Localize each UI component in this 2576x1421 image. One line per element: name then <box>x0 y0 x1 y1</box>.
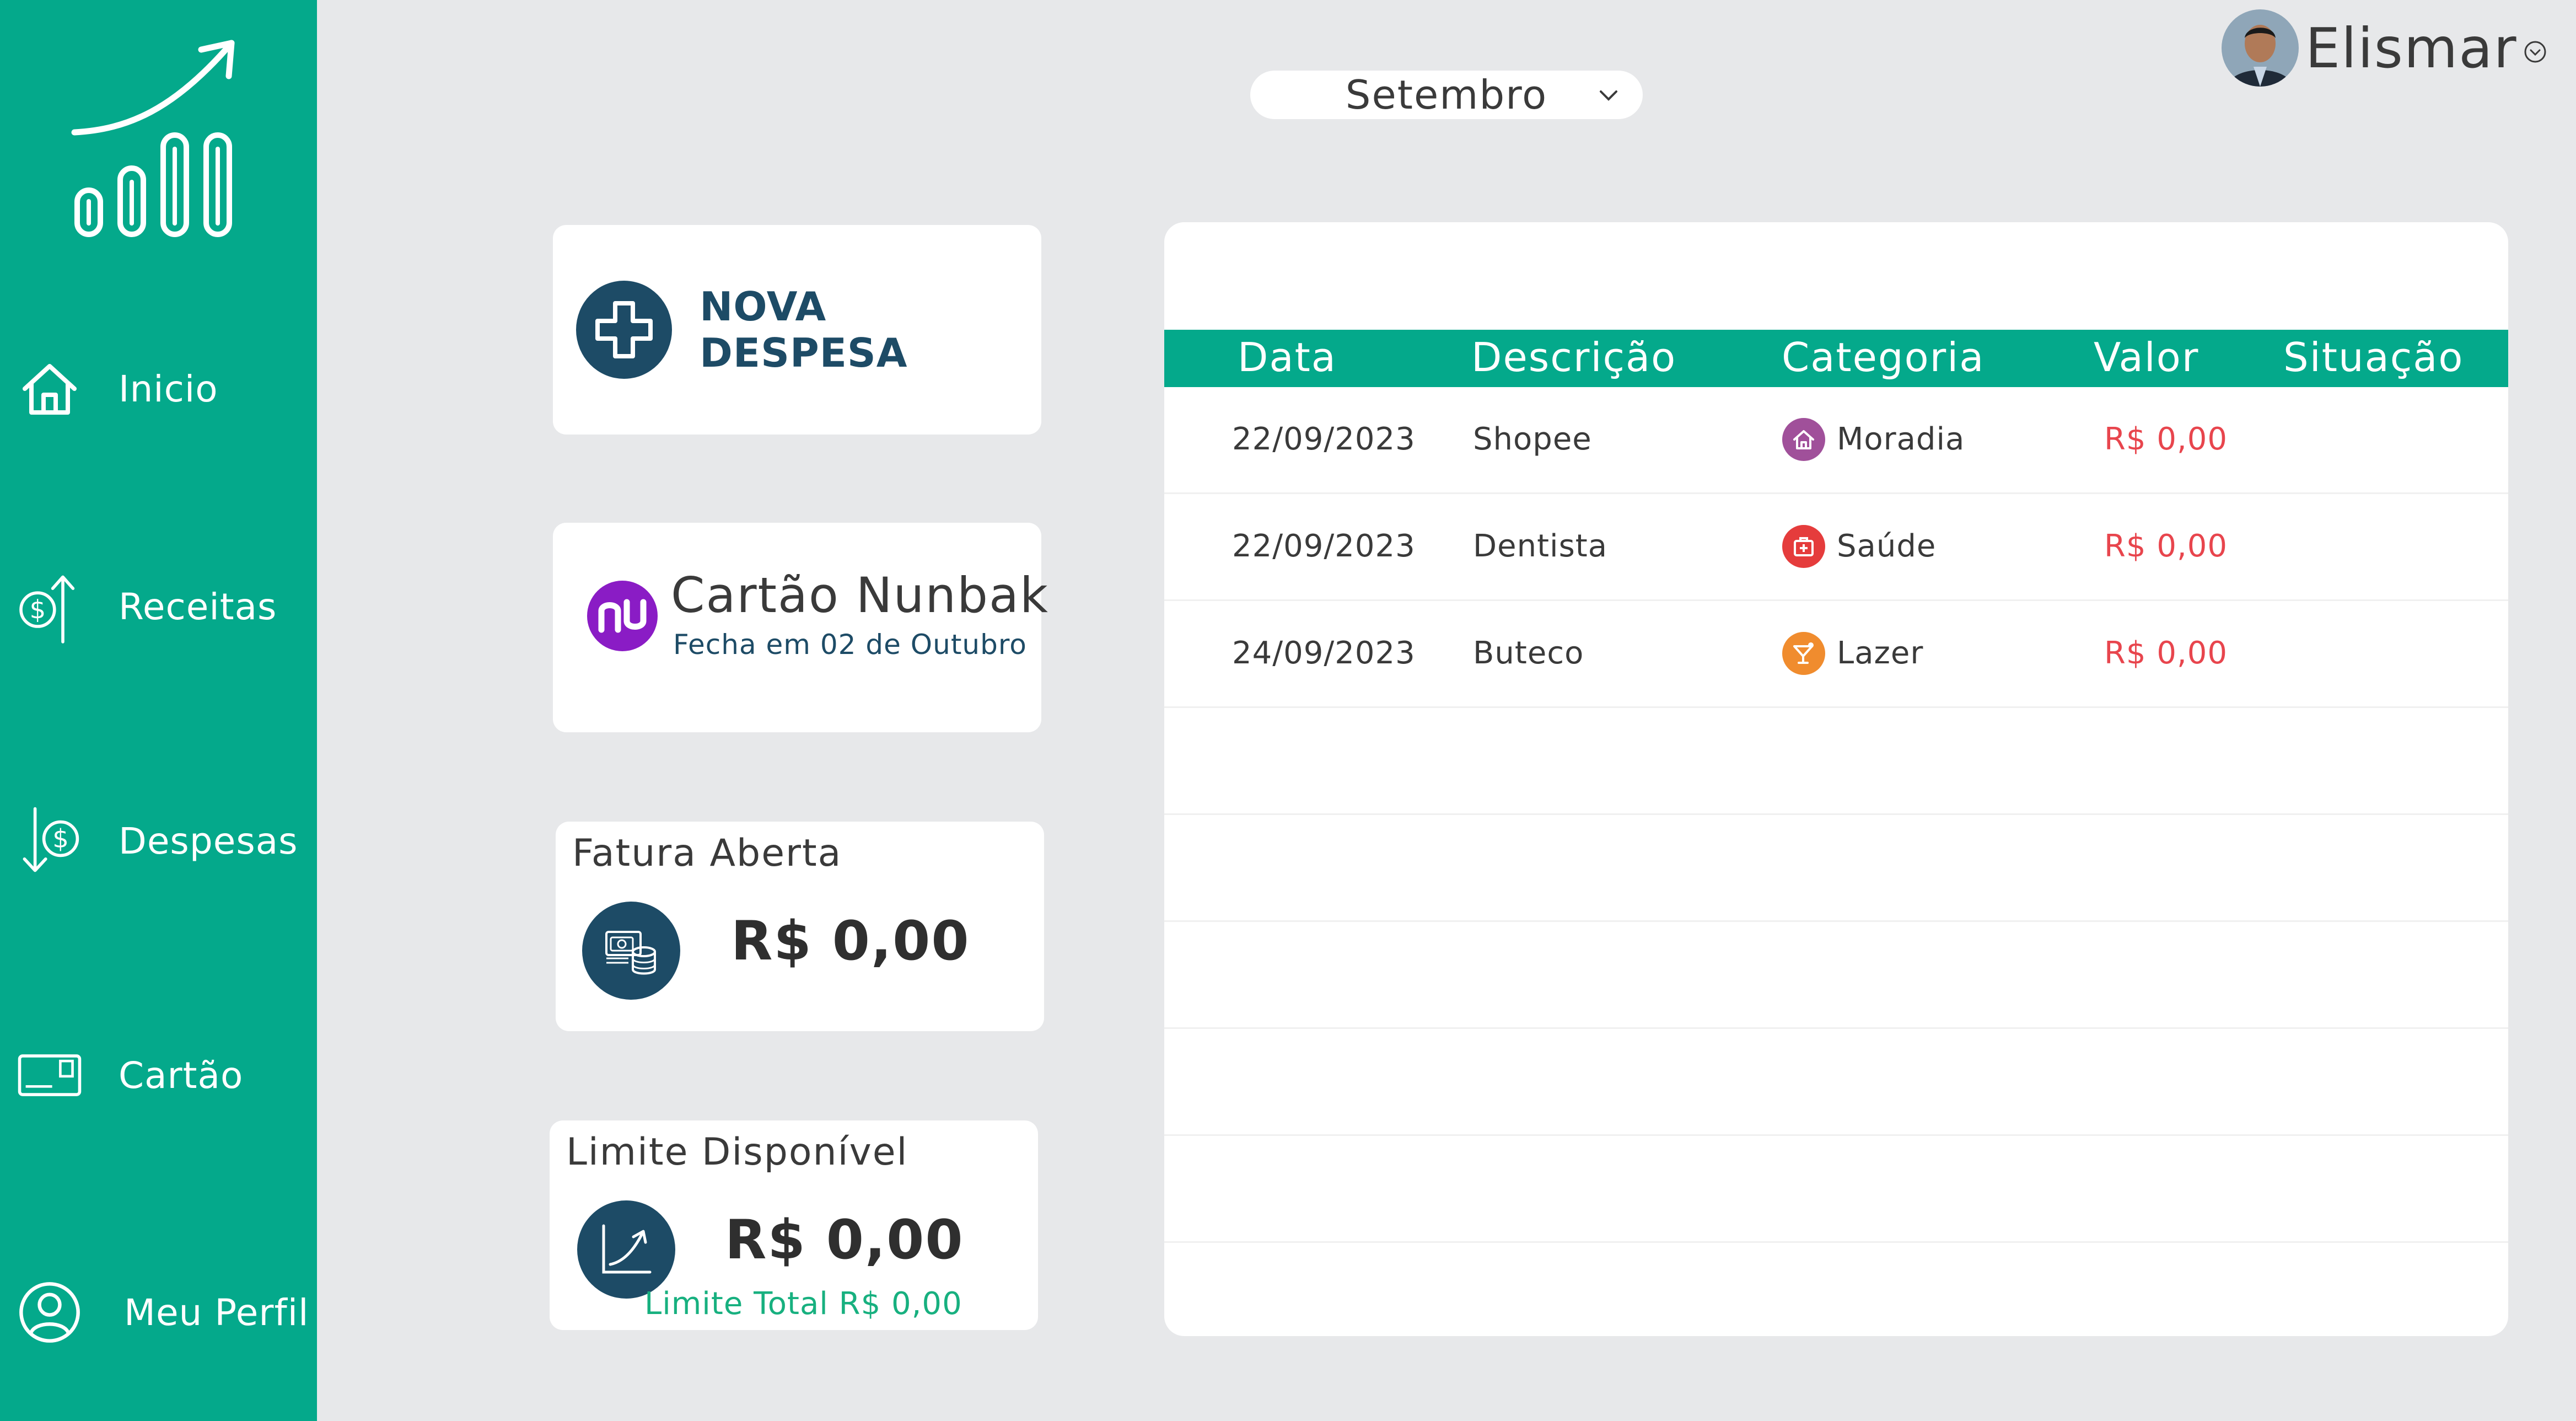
chevron-down-icon <box>1600 90 1617 101</box>
cell-data: 22/09/2023 <box>1232 528 1416 564</box>
cocktail-icon <box>1782 632 1825 675</box>
svg-text:$: $ <box>52 824 69 854</box>
column-header-descricao[interactable]: Descrição <box>1471 334 1676 380</box>
cell-categoria: Saúde <box>1837 528 1937 564</box>
open-invoice-value: R$ 0,00 <box>731 910 970 973</box>
column-header-situacao[interactable]: Situação <box>2283 334 2464 380</box>
nova-despesa-label: NOVA DESPESA <box>700 283 908 376</box>
avatar[interactable] <box>2222 9 2299 87</box>
nav-label: Cartão <box>119 1054 244 1097</box>
nav-label: Meu Perfil <box>124 1291 309 1334</box>
empty-table-row <box>1164 1136 2508 1243</box>
empty-table-row <box>1164 815 2508 922</box>
nubank-logo-icon <box>587 581 658 651</box>
nav-label: Receitas <box>119 585 277 628</box>
table-row[interactable]: 22/09/2023 Shopee Moradia R$ 0,00 <box>1164 387 2508 494</box>
card-icon <box>17 1028 83 1122</box>
open-invoice-panel: Fatura Aberta R$ 0,00 <box>556 822 1044 1031</box>
money-stack-icon <box>582 902 680 1000</box>
empty-table-row <box>1164 922 2508 1029</box>
profile-icon <box>17 1266 83 1359</box>
total-limit-label: Limite Total R$ 0,00 <box>644 1286 962 1322</box>
sidebar: Inicio $ Receitas $ Despesas Cartão Meu … <box>0 0 317 1421</box>
month-select-value: Setembro <box>1345 72 1548 118</box>
growth-chart-icon <box>577 1200 675 1299</box>
growth-logo-icon <box>71 40 235 237</box>
table-row[interactable]: 24/09/2023 Buteco Lazer R$ 0,00 <box>1164 601 2508 708</box>
cell-categoria: Moradia <box>1837 421 1965 457</box>
empty-table-row <box>1164 708 2508 815</box>
user-menu[interactable]: Elismar <box>2222 7 2547 89</box>
month-select[interactable]: Setembro <box>1250 71 1643 119</box>
empty-table-row <box>1164 1029 2508 1136</box>
cell-descricao: Dentista <box>1473 528 1608 564</box>
available-limit-value: R$ 0,00 <box>725 1209 964 1272</box>
home-icon <box>17 342 83 436</box>
credit-card-panel[interactable]: Cartão Nunbak Fecha em 02 de Outubro <box>553 523 1048 732</box>
table-header: Data Descrição Categoria Valor Situação <box>1164 330 2508 387</box>
cell-valor: R$ 0,00 <box>2104 528 2228 564</box>
user-name: Elismar <box>2305 15 2518 81</box>
nav-label: Despesas <box>119 819 298 862</box>
available-limit-title: Limite Disponível <box>566 1130 908 1174</box>
column-header-categoria[interactable]: Categoria <box>1782 334 1985 380</box>
chevron-down-circle-icon[interactable] <box>2523 40 2547 64</box>
transactions-table: Data Descrição Categoria Valor Situação … <box>1164 222 2508 1336</box>
nav-item-cartao[interactable]: Cartão <box>17 1023 314 1128</box>
card-name: Cartão Nunbak <box>671 567 1049 624</box>
nav-item-receitas[interactable]: $ Receitas <box>17 554 314 659</box>
cell-descricao: Shopee <box>1473 421 1592 457</box>
nav-item-despesas[interactable]: $ Despesas <box>17 789 314 893</box>
open-invoice-title: Fatura Aberta <box>572 832 842 875</box>
expense-icon: $ <box>17 794 83 888</box>
nova-despesa-button[interactable]: NOVA DESPESA <box>553 225 1041 435</box>
nav-label: Inicio <box>119 367 218 410</box>
cell-valor: R$ 0,00 <box>2104 635 2228 671</box>
cell-data: 22/09/2023 <box>1232 421 1416 457</box>
nav-item-meu-perfil[interactable]: Meu Perfil <box>17 1260 314 1365</box>
plus-icon <box>576 281 673 379</box>
card-closing-date: Fecha em 02 de Outubro <box>673 629 1027 661</box>
income-icon: $ <box>17 560 83 653</box>
cell-categoria: Lazer <box>1837 635 1924 671</box>
table-row[interactable]: 22/09/2023 Dentista Saúde R$ 0,00 <box>1164 494 2508 601</box>
nav-item-inicio[interactable]: Inicio <box>17 336 314 441</box>
house-icon <box>1782 418 1825 461</box>
column-header-data[interactable]: Data <box>1238 334 1337 380</box>
cell-valor: R$ 0,00 <box>2104 421 2228 457</box>
cell-descricao: Buteco <box>1473 635 1584 671</box>
available-limit-panel: Limite Disponível R$ 0,00 Limite Total R… <box>550 1120 1038 1330</box>
column-header-valor[interactable]: Valor <box>2094 334 2199 380</box>
medkit-icon <box>1782 525 1825 568</box>
cell-data: 24/09/2023 <box>1232 635 1416 671</box>
svg-text:$: $ <box>30 595 46 625</box>
